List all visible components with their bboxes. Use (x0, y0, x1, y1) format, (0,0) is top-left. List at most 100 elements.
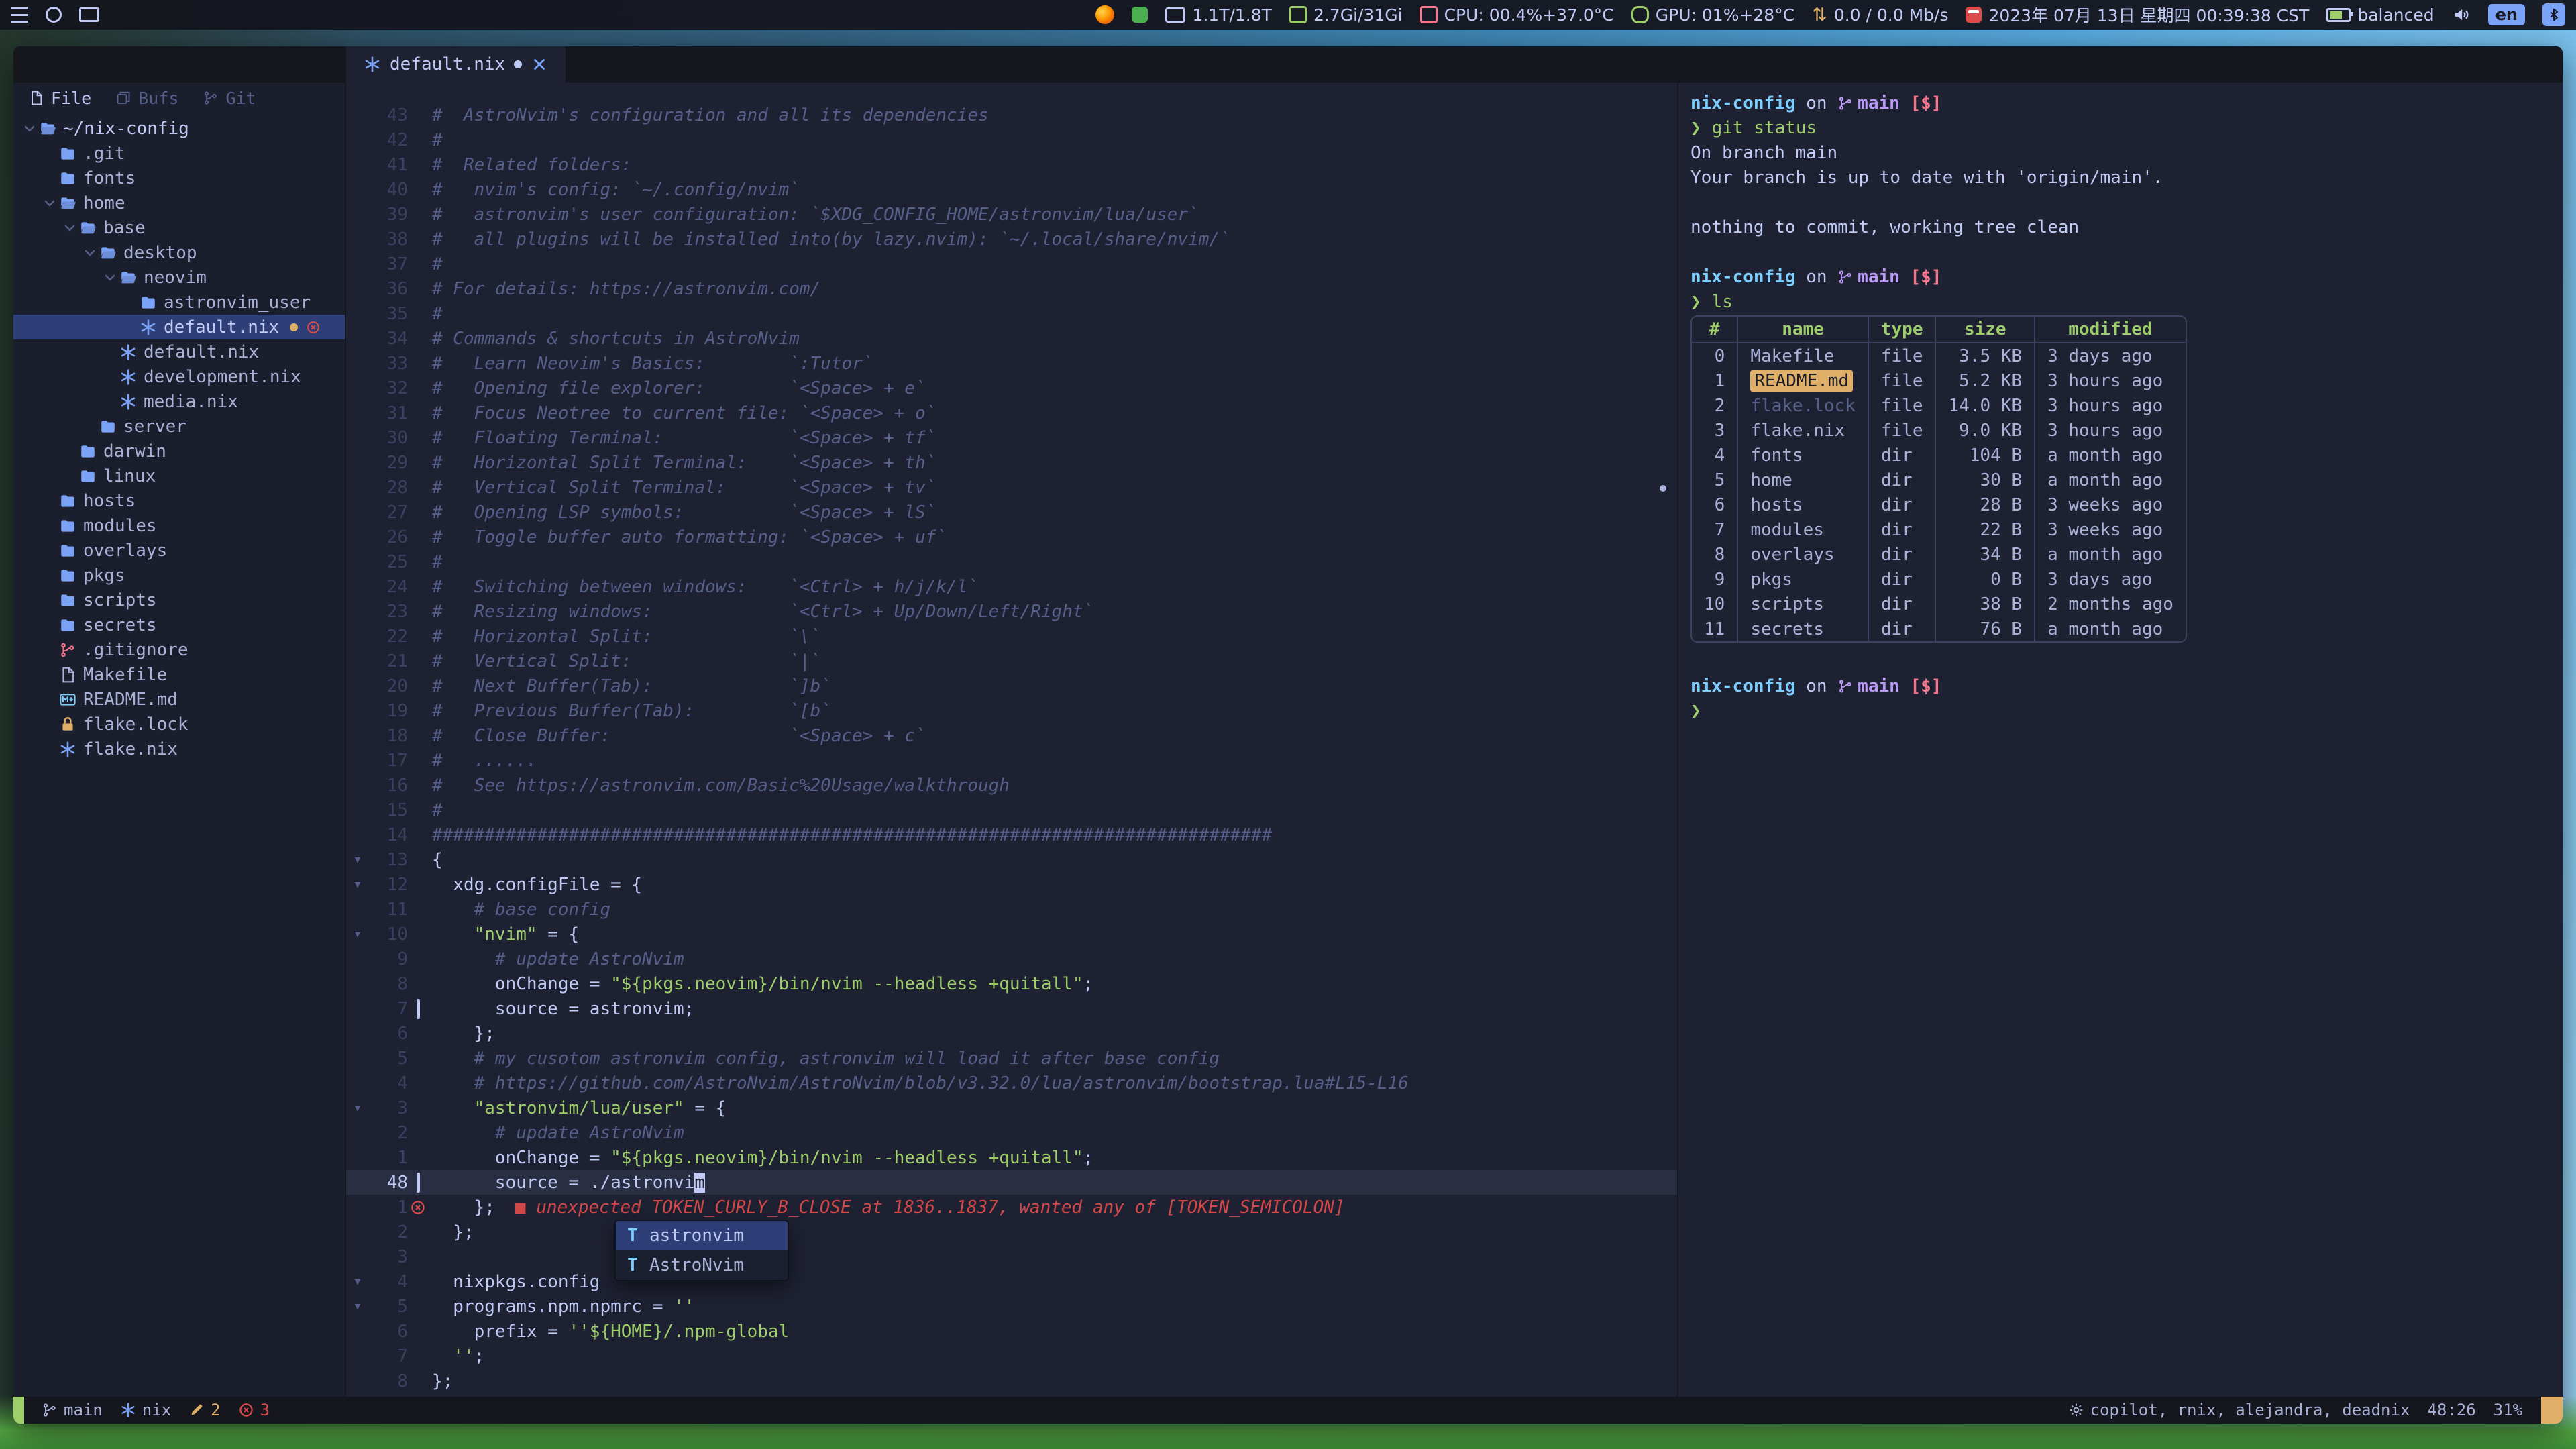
tree-item-flake.lock[interactable]: flake.lock (13, 712, 345, 737)
tree-item-overlays[interactable]: overlays (13, 538, 345, 563)
editor-line[interactable]: 7 ''; (346, 1344, 1677, 1368)
editor-line[interactable]: 41# Related folders: (346, 152, 1677, 177)
editor-line[interactable]: 24# Switching between windows: `<Ctrl> +… (346, 574, 1677, 599)
app-tray-icon[interactable] (1132, 7, 1148, 23)
editor-line[interactable]: 16# See https://astronvim.com/Basic%20Us… (346, 773, 1677, 798)
tree-item-modules[interactable]: modules (13, 513, 345, 538)
completion-item-astronvim[interactable]: Tastronvim (616, 1221, 788, 1250)
editor-line[interactable]: 38# all plugins will be installed into(b… (346, 227, 1677, 252)
tree-item-flake.nix[interactable]: flake.nix (13, 737, 345, 761)
tree-item-home[interactable]: home (13, 191, 345, 215)
tree-item-default.nix[interactable]: default.nix (13, 315, 345, 339)
tree-item-development.nix[interactable]: development.nix (13, 364, 345, 389)
buffer-tab-default-nix[interactable]: default.nix (346, 46, 566, 83)
fold-marker-icon[interactable]: ▾ (346, 1099, 369, 1116)
completion-item-AstroNvim[interactable]: TAstroNvim (616, 1250, 788, 1280)
editor-line[interactable]: ▾4 nixpkgs.config (346, 1269, 1677, 1294)
power-profile-module[interactable]: balanced (2326, 5, 2434, 25)
active-window-icon[interactable] (79, 7, 99, 22)
editor-line[interactable]: 20# Next Buffer(Tab): `]b` (346, 674, 1677, 698)
input-method-badge[interactable]: en (2488, 4, 2525, 25)
editor-line[interactable]: ▾12 xdg.configFile = { (346, 872, 1677, 897)
fold-marker-icon[interactable]: ▾ (346, 876, 369, 893)
editor-line[interactable]: 34# Commands & shortcuts in AstroNvim (346, 326, 1677, 351)
tree-item-.gitignore[interactable]: .gitignore (13, 637, 345, 662)
editor-line[interactable]: 19# Previous Buffer(Tab): `[b` (346, 698, 1677, 723)
editor-line[interactable]: 29# Horizontal Split Terminal: `<Space> … (346, 450, 1677, 475)
menu-icon[interactable] (11, 7, 28, 23)
tree-item-Makefile[interactable]: Makefile (13, 662, 345, 687)
tree-item-default.nix[interactable]: default.nix (13, 339, 345, 364)
tree-item-server[interactable]: server (13, 414, 345, 439)
editor-line[interactable]: 27# Opening LSP symbols: `<Space> + lS` (346, 500, 1677, 525)
tree-item-hosts[interactable]: hosts (13, 488, 345, 513)
editor-line[interactable]: 4 # https://github.com/AstroNvim/AstroNv… (346, 1071, 1677, 1095)
tree-item-pkgs[interactable]: pkgs (13, 563, 345, 588)
source-tab-bufs[interactable]: Bufs (115, 89, 178, 108)
editor-line[interactable]: 39# astronvim's user configuration: `$XD… (346, 202, 1677, 227)
tree-item-astronvim_user[interactable]: astronvim_user (13, 290, 345, 315)
editor-line[interactable]: 18# Close Buffer: `<Space> + c` (346, 723, 1677, 748)
statusline-branch[interactable]: main (42, 1401, 103, 1419)
editor-line[interactable]: 8}; (346, 1368, 1677, 1393)
editor-line[interactable]: 43# AstroNvim's configuration and all it… (346, 103, 1677, 127)
source-tab-file[interactable]: File (28, 89, 91, 108)
source-tab-git[interactable]: Git (203, 89, 256, 108)
editor-line[interactable]: ▾3 "astronvim/lua/user" = { (346, 1095, 1677, 1120)
tree-item-linux[interactable]: linux (13, 464, 345, 488)
editor-line[interactable]: 6 prefix = ''${HOME}/.npm-global (346, 1319, 1677, 1344)
bluetooth-badge[interactable] (2542, 3, 2565, 26)
fold-marker-icon[interactable]: ▾ (346, 926, 369, 943)
editor-line[interactable]: 3 (346, 1244, 1677, 1269)
editor-line[interactable]: 22# Horizontal Split: `\` (346, 624, 1677, 649)
editor-line[interactable]: ▾13{ (346, 847, 1677, 872)
editor-line[interactable]: 1 onChange = "${pkgs.neovim}/bin/nvim --… (346, 1145, 1677, 1170)
editor-line[interactable]: 1 };■ unexpected TOKEN_CURLY_B_CLOSE at … (346, 1195, 1677, 1220)
editor-line[interactable]: 6 }; (346, 1021, 1677, 1046)
diagnostic-warnings[interactable]: 2 (189, 1401, 220, 1419)
editor-line[interactable]: 37# (346, 252, 1677, 276)
tree-root[interactable]: ~/nix-config (13, 116, 345, 141)
editor-line[interactable]: 31# Focus Neotree to current file: `<Spa… (346, 400, 1677, 425)
editor-line[interactable]: 8 onChange = "${pkgs.neovim}/bin/nvim --… (346, 971, 1677, 996)
editor-line[interactable]: 23# Resizing windows: `<Ctrl> + Up/Down/… (346, 599, 1677, 624)
tree-item-.git[interactable]: .git (13, 141, 345, 166)
tree-item-media.nix[interactable]: media.nix (13, 389, 345, 414)
editor-line[interactable]: 25# (346, 549, 1677, 574)
editor-line[interactable]: 21# Vertical Split: `|` (346, 649, 1677, 674)
fold-marker-icon[interactable]: ▾ (346, 1298, 369, 1315)
editor-line[interactable]: 11 # base config (346, 897, 1677, 922)
workspace-icon[interactable] (46, 7, 62, 23)
tree-item-base[interactable]: base (13, 215, 345, 240)
tree-item-secrets[interactable]: secrets (13, 612, 345, 637)
tree-item-neovim[interactable]: neovim (13, 265, 345, 290)
tree-item-README.md[interactable]: README.md (13, 687, 345, 712)
editor-line[interactable]: ▾10 "nvim" = { (346, 922, 1677, 947)
fold-marker-icon[interactable]: ▾ (346, 1273, 369, 1290)
fold-marker-icon[interactable]: ▾ (346, 851, 369, 868)
editor-line[interactable]: 36# For details: https://astronvim.com/ (346, 276, 1677, 301)
editor-line[interactable]: 5 # my cusotom astronvim config, astronv… (346, 1046, 1677, 1071)
editor-line[interactable]: 2 # update AstroNvim (346, 1120, 1677, 1145)
speaker-icon[interactable] (2452, 5, 2471, 24)
editor-line[interactable]: 9 # update AstroNvim (346, 947, 1677, 971)
tree-item-scripts[interactable]: scripts (13, 588, 345, 612)
tree-item-darwin[interactable]: darwin (13, 439, 345, 464)
editor-line[interactable]: 7 source = astronvim; (346, 996, 1677, 1021)
close-buffer-icon[interactable] (531, 56, 548, 73)
editor-line[interactable]: 30# Floating Terminal: `<Space> + tf` (346, 425, 1677, 450)
editor-line[interactable]: 32# Opening file explorer: `<Space> + e` (346, 376, 1677, 400)
editor-line[interactable]: 42# (346, 127, 1677, 152)
editor-line[interactable]: 28# Vertical Split Terminal: `<Space> + … (346, 475, 1677, 500)
firefox-icon[interactable] (1095, 5, 1114, 24)
editor-line[interactable]: 33# Learn Neovim's Basics: `:Tutor` (346, 351, 1677, 376)
editor-line[interactable]: 14######################################… (346, 822, 1677, 847)
editor-line[interactable]: 26# Toggle buffer auto formatting: `<Spa… (346, 525, 1677, 549)
terminal-pane[interactable]: nix-config on main [$]❯git statusOn bran… (1677, 83, 2563, 1397)
editor-line[interactable]: 40# nvim's config: `~/.config/nvim` (346, 177, 1677, 202)
editor-line[interactable]: 48 source = ./astronvim (346, 1170, 1677, 1195)
scrollbar-dot[interactable] (1660, 485, 1666, 492)
diagnostic-errors[interactable]: 3 (238, 1401, 270, 1419)
tree-item-fonts[interactable]: fonts (13, 166, 345, 191)
editor-line[interactable]: 35# (346, 301, 1677, 326)
